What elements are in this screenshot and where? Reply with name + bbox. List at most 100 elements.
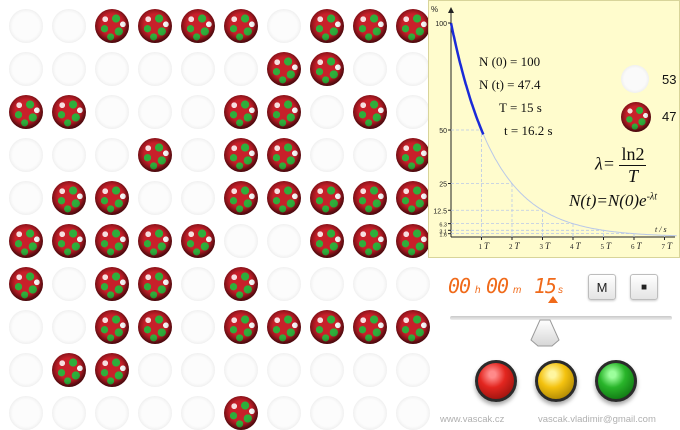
active-nucleus: [353, 224, 387, 258]
decayed-nucleus: [267, 353, 301, 387]
pause-button-yellow[interactable]: [535, 360, 577, 402]
decayed-nucleus: [95, 396, 129, 430]
reset-button-red[interactable]: [475, 360, 517, 402]
nucleus-grid: [0, 0, 430, 430]
active-nucleus: [138, 138, 172, 172]
decayed-nucleus: [138, 353, 172, 387]
decayed-nucleus: [95, 52, 129, 86]
decayed-nucleus: [181, 396, 215, 430]
formula-lambda: λ= ln2 T: [595, 144, 647, 186]
decayed-nucleus: [138, 396, 172, 430]
decayed-nucleus: [52, 52, 86, 86]
x-tick-label: 1T: [479, 241, 491, 251]
active-nucleus: [396, 9, 430, 43]
active-nucleus: [9, 224, 43, 258]
y-axis-arrow-icon: [448, 7, 454, 13]
decayed-nucleus: [267, 396, 301, 430]
decayed-count: 53: [662, 72, 677, 87]
decayed-nucleus: [396, 267, 430, 301]
decayed-nucleus: [52, 9, 86, 43]
active-nucleus: [396, 224, 430, 258]
decayed-nucleus: [9, 353, 43, 387]
decayed-nucleus: [181, 353, 215, 387]
active-nucleus: [95, 353, 129, 387]
active-nucleus: [310, 181, 344, 215]
active-nucleus: [224, 181, 258, 215]
active-nucleus: [9, 95, 43, 129]
active-nucleus: [52, 95, 86, 129]
y-tick-label: 50: [439, 128, 447, 135]
active-nucleus: [138, 224, 172, 258]
decayed-nucleus: [52, 310, 86, 344]
label-nt: N (t) = 47.4: [479, 77, 541, 92]
decayed-nucleus: [224, 52, 258, 86]
decayed-nucleus: [353, 138, 387, 172]
label-n0: N (0) = 100: [479, 54, 541, 69]
active-nucleus: [224, 396, 258, 430]
y-tick-label: 6.3: [439, 223, 447, 229]
active-nucleus: [138, 310, 172, 344]
decayed-nucleus: [52, 138, 86, 172]
stop-button[interactable]: ■: [630, 274, 658, 300]
decayed-nucleus: [267, 9, 301, 43]
decayed-nucleus: [52, 396, 86, 430]
decayed-nucleus: [310, 95, 344, 129]
active-nucleus: [181, 224, 215, 258]
active-nucleus: [95, 310, 129, 344]
timer-caret-icon: [548, 296, 558, 303]
decayed-nucleus: [181, 267, 215, 301]
active-nucleus: [52, 181, 86, 215]
x-tick-label: 3T: [540, 241, 552, 251]
active-nucleus: [224, 138, 258, 172]
timer-hours: 00: [448, 274, 471, 298]
timer-hours-unit: h: [475, 285, 481, 296]
decayed-nucleus: [95, 138, 129, 172]
decayed-nucleus: [310, 353, 344, 387]
decayed-nucleus: [353, 52, 387, 86]
x-tick-label: 2T: [509, 241, 521, 251]
active-nucleus: [353, 310, 387, 344]
decayed-nucleus: [9, 138, 43, 172]
start-button-green[interactable]: [595, 360, 637, 402]
label-time: t = 16.2 s: [504, 123, 553, 138]
decayed-nucleus: [310, 138, 344, 172]
decayed-nucleus: [95, 95, 129, 129]
decayed-nucleus: [181, 181, 215, 215]
decayed-nucleus: [181, 52, 215, 86]
active-nucleus: [310, 9, 344, 43]
active-nucleus: [95, 181, 129, 215]
decayed-nucleus: [138, 95, 172, 129]
x-tick-label: 7T: [662, 241, 674, 251]
decayed-nucleus: [9, 9, 43, 43]
active-nucleus: [224, 95, 258, 129]
active-nucleus: [310, 52, 344, 86]
footer-website[interactable]: www.vascak.cz: [440, 414, 504, 425]
active-nucleus: [267, 138, 301, 172]
decayed-nucleus: [310, 396, 344, 430]
active-nucleus: [310, 310, 344, 344]
active-nucleus: [267, 181, 301, 215]
memory-button[interactable]: M: [588, 274, 616, 300]
active-nucleus: [52, 353, 86, 387]
active-nucleus: [138, 9, 172, 43]
active-nucleus: [396, 310, 430, 344]
active-nucleus: [224, 310, 258, 344]
decayed-nucleus: [396, 396, 430, 430]
y-tick-label: 1.6: [439, 233, 447, 239]
decayed-nucleus: [224, 224, 258, 258]
elapsed-timer: 00 h 00 m 15 s: [448, 274, 578, 302]
active-nucleus: [396, 181, 430, 215]
timer-seconds: 15: [534, 274, 557, 298]
decayed-nucleus: [181, 138, 215, 172]
decayed-nucleus: [267, 267, 301, 301]
y-tick-label: 100: [435, 21, 447, 28]
speed-slider-knob[interactable]: [528, 318, 562, 348]
active-nucleus: [138, 267, 172, 301]
decayed-nucleus: [9, 396, 43, 430]
active-nucleus: [353, 95, 387, 129]
footer-email[interactable]: vascak.vladimir@gmail.com: [538, 414, 656, 425]
decayed-nucleus: [396, 353, 430, 387]
decayed-nucleus: [267, 224, 301, 258]
active-nucleus: [267, 95, 301, 129]
y-tick-label: 12.5: [433, 208, 447, 215]
